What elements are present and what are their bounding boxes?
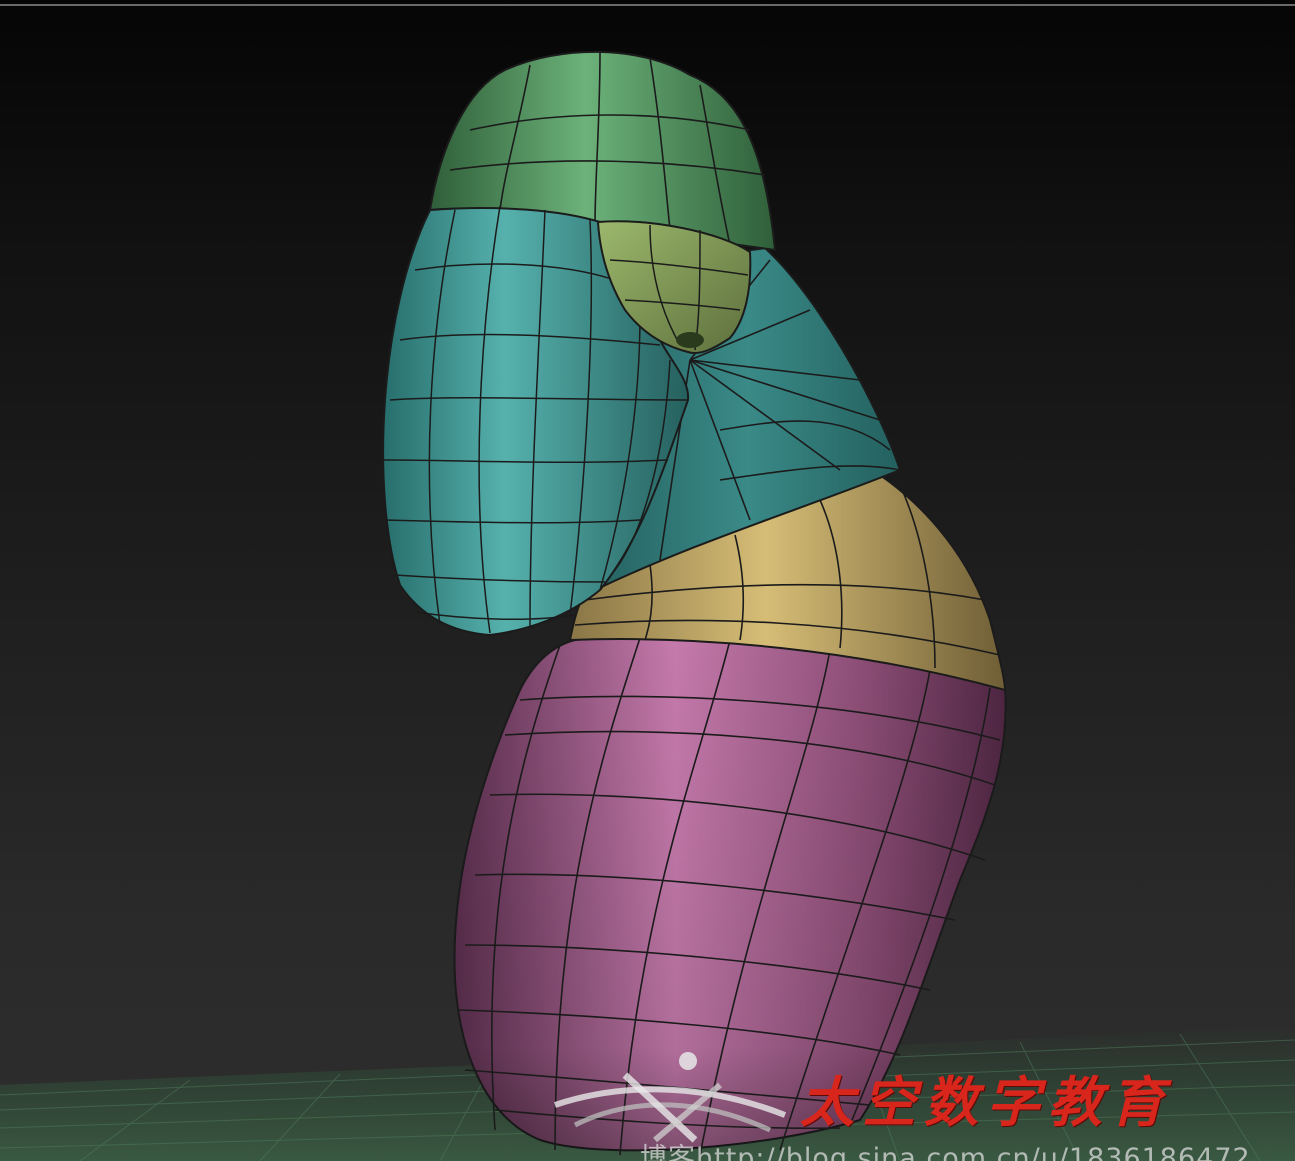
3d-viewport[interactable]: 太空数字教育 博客http://blog.sina.com.cn/u/18361… <box>0 0 1295 1161</box>
watermark-logo <box>554 1052 787 1143</box>
watermark-title: 太空数字教育 <box>800 1070 1172 1134</box>
polygroup-mesh[interactable] <box>0 0 1295 1161</box>
watermark-url: 博客http://blog.sina.com.cn/u/1836186472 <box>640 1143 1251 1161</box>
